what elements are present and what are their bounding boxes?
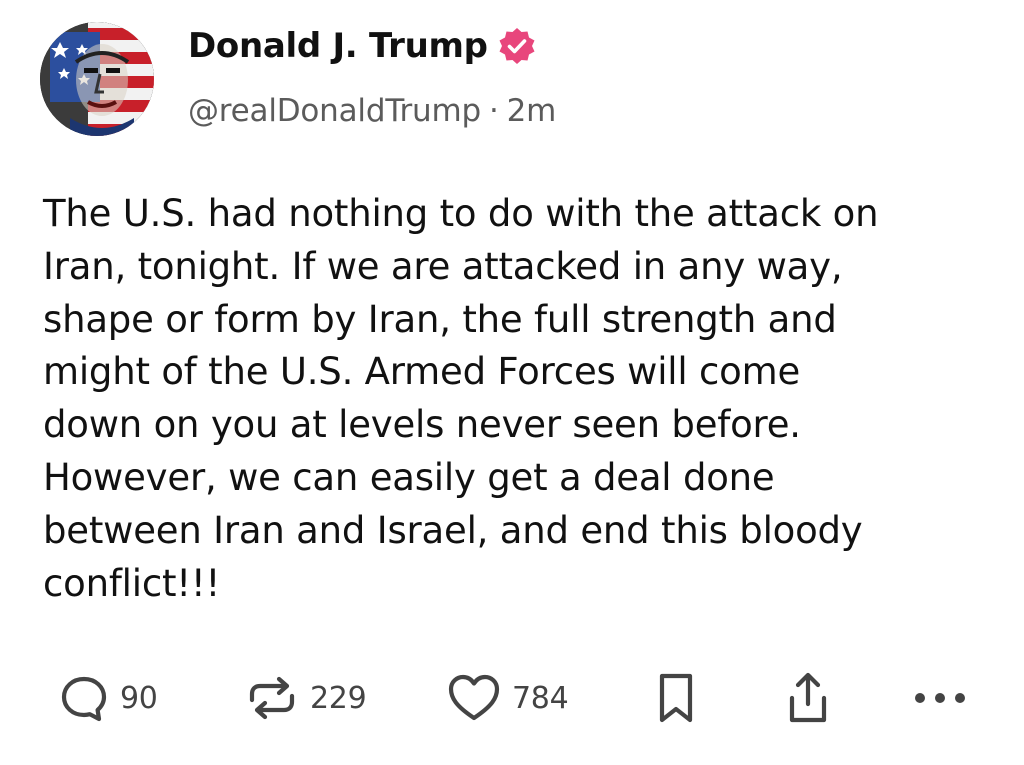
like-button[interactable]: 784 xyxy=(446,668,569,728)
share-icon xyxy=(784,670,832,726)
author-row: Donald J. Trump xyxy=(188,26,536,66)
like-count: 784 xyxy=(512,680,569,716)
display-name[interactable]: Donald J. Trump xyxy=(188,26,488,66)
post-meta: @realDonaldTrump · 2m xyxy=(188,93,556,129)
reply-button[interactable]: 90 xyxy=(58,668,158,728)
reply-count: 90 xyxy=(120,680,158,716)
action-bar: 90 229 784 xyxy=(0,668,1024,728)
reply-icon xyxy=(58,672,110,724)
repost-button[interactable]: 229 xyxy=(244,668,367,728)
heart-icon xyxy=(446,672,502,724)
repost-icon xyxy=(244,670,300,726)
share-button[interactable] xyxy=(784,668,832,728)
verified-badge-icon xyxy=(498,27,536,65)
bookmark-button[interactable] xyxy=(654,668,698,728)
post-card: Donald J. Trump @realDonaldTrump · 2m The … xyxy=(0,0,1024,765)
bookmark-icon xyxy=(654,670,698,726)
more-options-button[interactable] xyxy=(912,668,968,728)
author-handle[interactable]: @realDonaldTrump xyxy=(188,93,481,129)
avatar-image xyxy=(40,22,154,136)
repost-count: 229 xyxy=(310,680,367,716)
post-text: The U.S. had nothing to do with the atta… xyxy=(43,192,879,605)
post-timestamp[interactable]: 2m xyxy=(507,93,557,129)
meta-separator: · xyxy=(488,93,499,129)
avatar[interactable] xyxy=(40,22,154,136)
more-icon xyxy=(912,688,968,708)
